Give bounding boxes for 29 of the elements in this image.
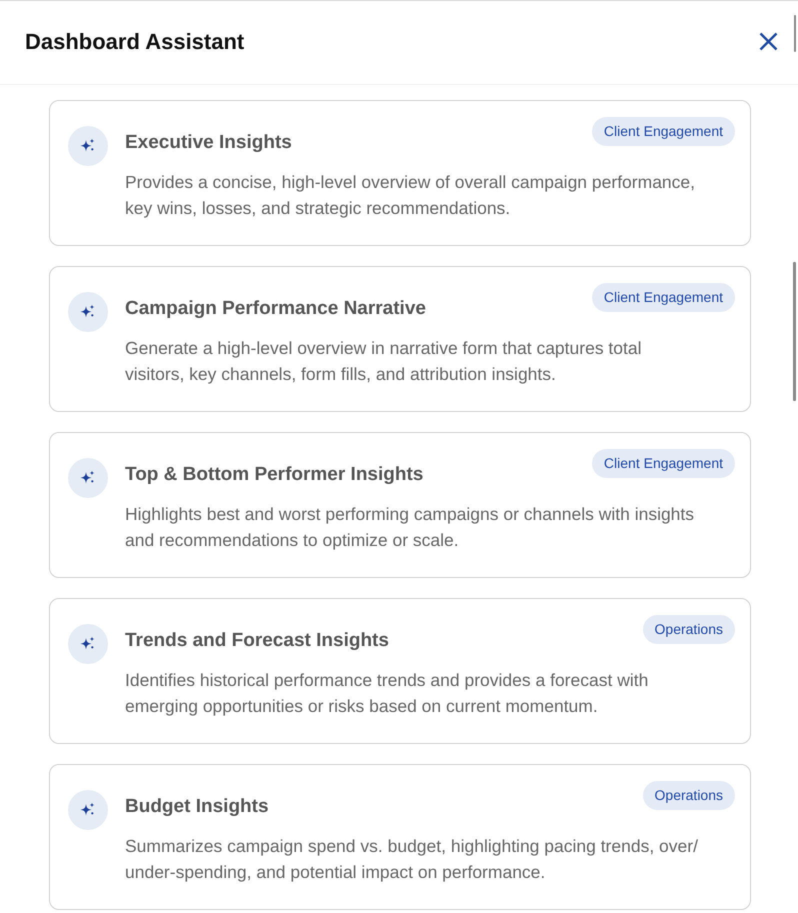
- card-description: Generate a high-level overview in narrative form that captures total visitors, key channels, form fills, and attribution insights.: [125, 337, 643, 386]
- scrollbar-thumb[interactable]: [794, 15, 796, 52]
- card-title: Budget Insights: [125, 795, 269, 818]
- category-tag: Operations: [642, 781, 735, 810]
- card-description: Identifies historical performance trends and provides a forecast with emerging opportunities or risks based on current momentum.: [125, 669, 650, 718]
- sparkle-icon: [68, 790, 108, 830]
- insight-card[interactable]: Executive Insights Client Engagement Provides a concise, high-level overview of overall campaign performance, key wins, losses, and strategic recommendations.: [49, 100, 751, 246]
- sparkle-icon: [68, 292, 108, 332]
- card-description: Highlights best and worst performing campaigns or channels with insights and recommendations to optimize or scale.: [125, 503, 696, 552]
- card-title: Executive Insights: [125, 131, 292, 154]
- card-description: Summarizes campaign spend vs. budget, highlighting pacing trends, over/ under-spending, and potential impact on performance.: [125, 835, 699, 884]
- insight-card[interactable]: Budget Insights Operations Summarizes campaign spend vs. budget, highlighting pacing trends, over/ under-spending, and potential impact on performance.: [49, 764, 751, 910]
- category-tag: Client Engagement: [592, 283, 735, 312]
- insight-card[interactable]: Campaign Performance Narrative Client Engagement Generate a high-level overview in narrative form that captures total visitors, key channels, form fills, and attribution insights.: [49, 266, 751, 412]
- insight-card[interactable]: Trends and Forecast Insights Operations Identifies historical performance trends and provides a forecast with emerging opportunities or risks based on current momentum.: [49, 598, 751, 744]
- panel-title: Dashboard Assistant: [25, 28, 244, 54]
- card-title: Top & Bottom Performer Insights: [125, 463, 424, 486]
- category-tag: Client Engagement: [592, 449, 735, 478]
- scrollbar-thumb[interactable]: [793, 262, 796, 401]
- card-description: Provides a concise, high-level overview of overall campaign performance, key wins, losses, and strategic recommendations.: [125, 171, 696, 220]
- sparkle-icon: [68, 458, 108, 498]
- category-tag: Operations: [642, 615, 735, 644]
- sparkle-icon: [68, 624, 108, 664]
- sparkle-icon: [68, 126, 108, 166]
- insight-card[interactable]: Top & Bottom Performer Insights Client Engagement Highlights best and worst performing campaigns or channels with insights and recommendations to optimize or scale.: [49, 432, 751, 578]
- category-tag: Client Engagement: [592, 117, 735, 146]
- card-title: Campaign Performance Narrative: [125, 297, 426, 320]
- close-icon[interactable]: [759, 32, 778, 51]
- card-title: Trends and Forecast Insights: [125, 629, 389, 652]
